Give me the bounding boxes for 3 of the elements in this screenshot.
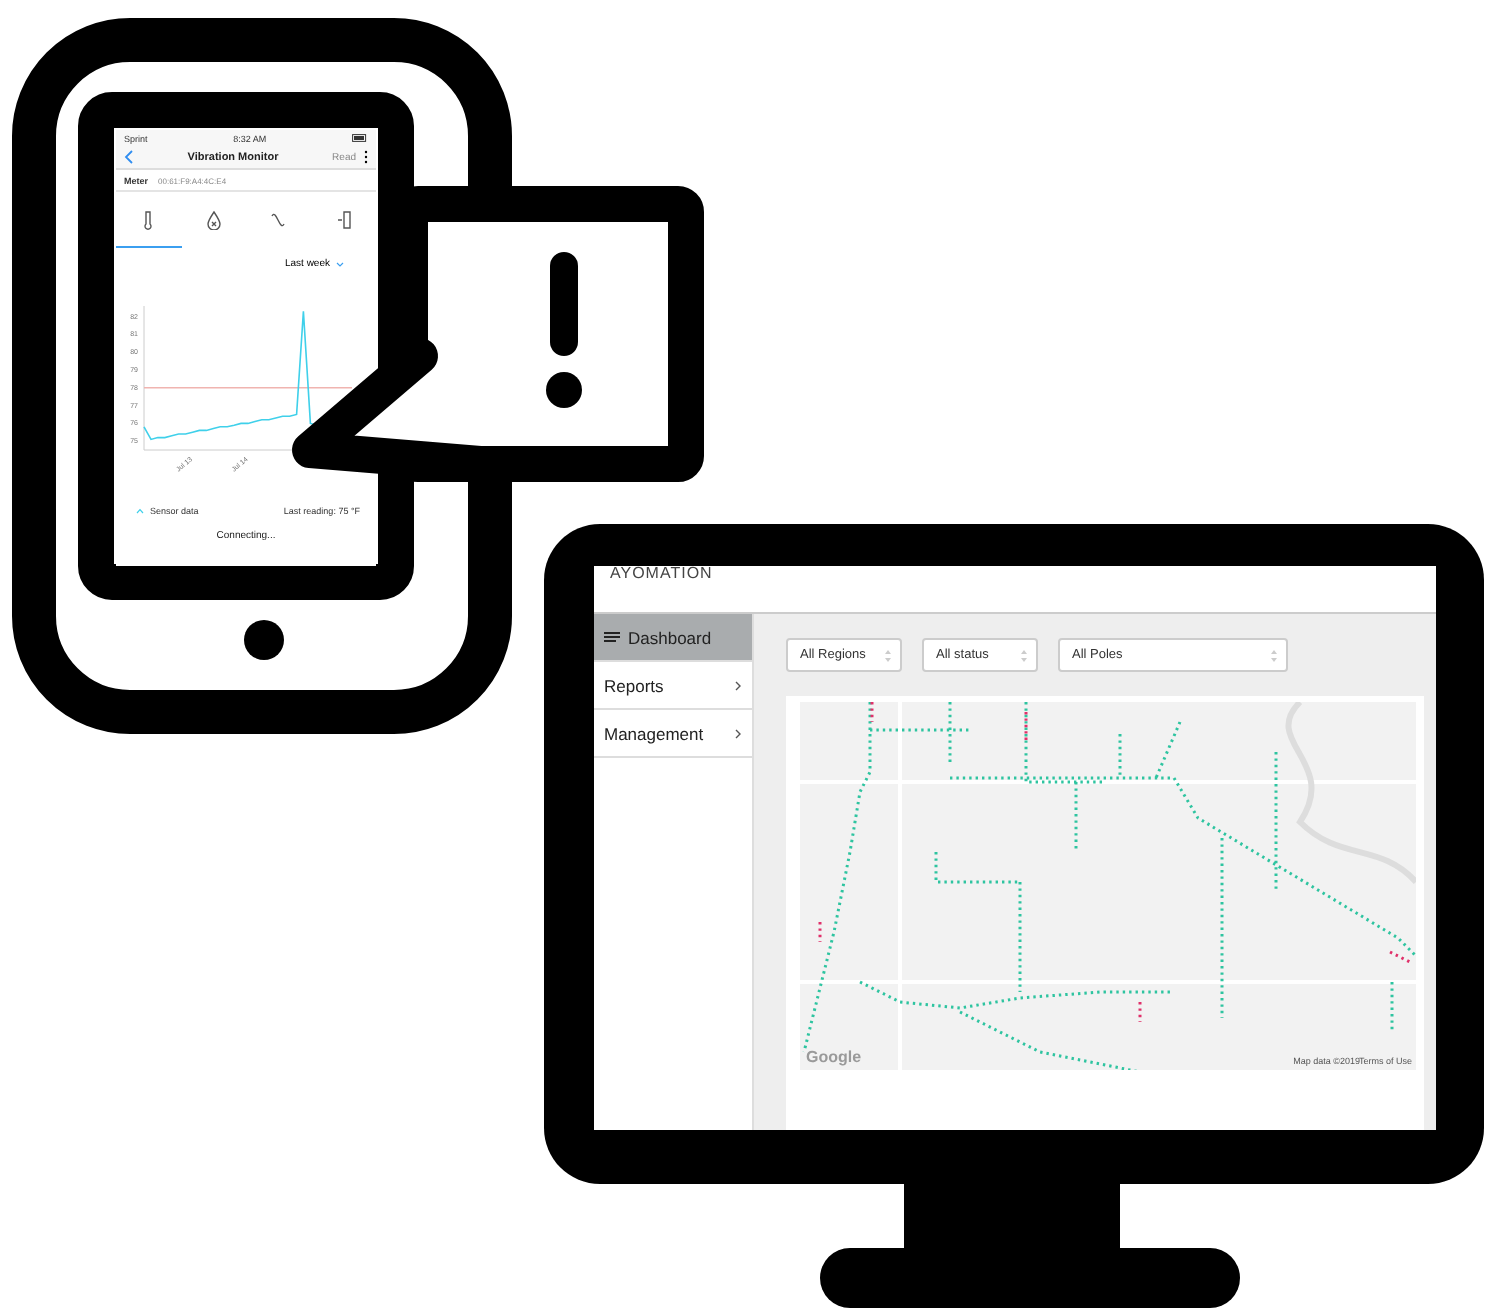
- sidebar-item[interactable]: Dashboard: [594, 614, 752, 662]
- map-logo: Google: [806, 1048, 862, 1066]
- brand-logo: AYOMATION: [610, 566, 713, 582]
